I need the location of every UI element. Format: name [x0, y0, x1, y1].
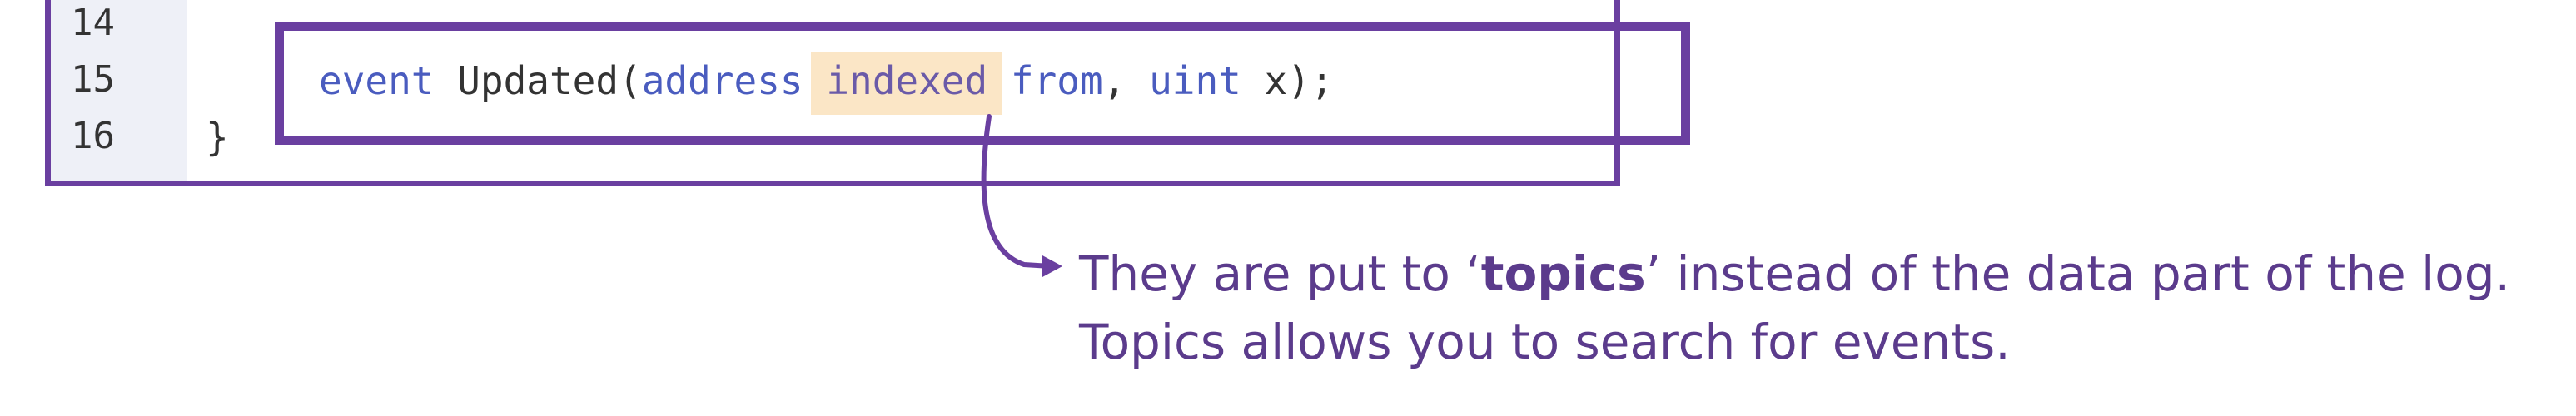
note-line-1-post: ’ instead of the data part of the log. — [1645, 245, 2511, 302]
note-line-2: Topics allows you to search for events. — [1079, 314, 2011, 370]
note-line-1: They are put to ‘topics’ instead of the … — [1079, 240, 2510, 308]
callout-note: They are put to ‘topics’ instead of the … — [1079, 240, 2510, 376]
note-line-1-pre: They are put to ‘ — [1079, 245, 1481, 302]
note-topics-bold: topics — [1480, 245, 1646, 302]
